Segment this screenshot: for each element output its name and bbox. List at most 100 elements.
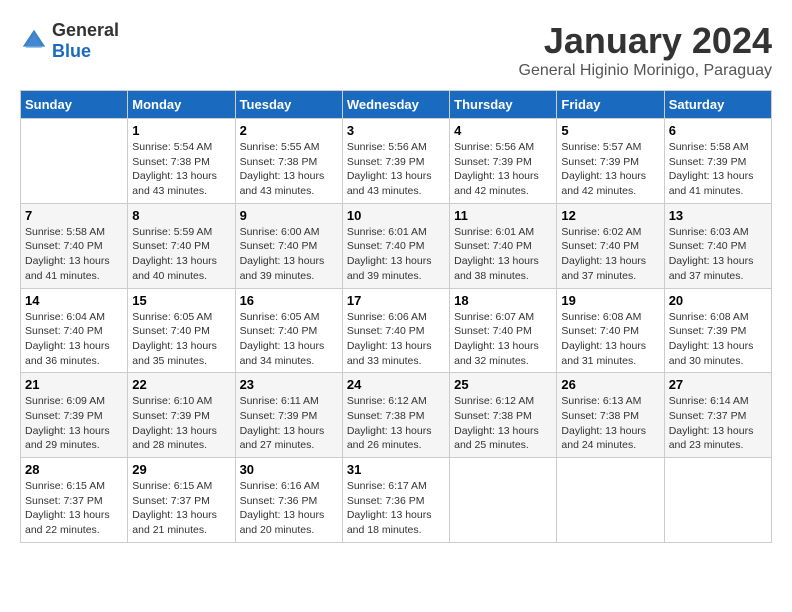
week-row-5: 28 Sunrise: 6:15 AMSunset: 7:37 PMDayligh…: [21, 458, 772, 543]
logo-blue: Blue: [52, 41, 91, 61]
calendar-cell: [21, 119, 128, 204]
day-number: 13: [669, 208, 767, 223]
day-info: Sunrise: 6:10 AMSunset: 7:39 PMDaylight:…: [132, 394, 230, 453]
logo-icon: [20, 27, 48, 55]
header-tuesday: Tuesday: [235, 91, 342, 119]
calendar-cell: 15 Sunrise: 6:05 AMSunset: 7:40 PMDayligh…: [128, 288, 235, 373]
day-number: 9: [240, 208, 338, 223]
day-info: Sunrise: 5:56 AMSunset: 7:39 PMDaylight:…: [454, 140, 552, 199]
day-info: Sunrise: 6:02 AMSunset: 7:40 PMDaylight:…: [561, 225, 659, 284]
week-row-2: 7 Sunrise: 5:58 AMSunset: 7:40 PMDaylight…: [21, 203, 772, 288]
day-number: 10: [347, 208, 445, 223]
logo: General Blue: [20, 20, 119, 62]
calendar-cell: [450, 458, 557, 543]
day-info: Sunrise: 6:16 AMSunset: 7:36 PMDaylight:…: [240, 479, 338, 538]
calendar-cell: 3 Sunrise: 5:56 AMSunset: 7:39 PMDaylight…: [342, 119, 449, 204]
main-title: January 2024: [519, 20, 772, 62]
day-number: 26: [561, 377, 659, 392]
calendar-cell: 8Sunrise: 5:59 AMSunset: 7:40 PMDaylight…: [128, 203, 235, 288]
day-number: 23: [240, 377, 338, 392]
calendar-cell: 16 Sunrise: 6:05 AMSunset: 7:40 PMDayligh…: [235, 288, 342, 373]
day-info: Sunrise: 6:04 AMSunset: 7:40 PMDaylight:…: [25, 310, 123, 369]
calendar-cell: 21 Sunrise: 6:09 AMSunset: 7:39 PMDayligh…: [21, 373, 128, 458]
day-info: Sunrise: 6:15 AMSunset: 7:37 PMDaylight:…: [25, 479, 123, 538]
calendar-cell: 7 Sunrise: 5:58 AMSunset: 7:40 PMDaylight…: [21, 203, 128, 288]
day-number: 17: [347, 293, 445, 308]
day-info: Sunrise: 6:01 AMSunset: 7:40 PMDaylight:…: [454, 225, 552, 284]
day-number: 7: [25, 208, 123, 223]
day-info: Sunrise: 6:09 AMSunset: 7:39 PMDaylight:…: [25, 394, 123, 453]
calendar-cell: 20Sunrise: 6:08 AMSunset: 7:39 PMDayligh…: [664, 288, 771, 373]
calendar-cell: 27 Sunrise: 6:14 AMSunset: 7:37 PMDayligh…: [664, 373, 771, 458]
calendar-cell: [557, 458, 664, 543]
day-number: 4: [454, 123, 552, 138]
header-thursday: Thursday: [450, 91, 557, 119]
title-area: January 2024 General Higinio Morinigo, P…: [519, 20, 772, 80]
day-number: 21: [25, 377, 123, 392]
day-info: Sunrise: 6:08 AMSunset: 7:39 PMDaylight:…: [669, 310, 767, 369]
day-info: Sunrise: 6:06 AMSunset: 7:40 PMDaylight:…: [347, 310, 445, 369]
day-info: Sunrise: 6:01 AMSunset: 7:40 PMDaylight:…: [347, 225, 445, 284]
calendar-cell: 10 Sunrise: 6:01 AMSunset: 7:40 PMDayligh…: [342, 203, 449, 288]
day-info: Sunrise: 6:08 AMSunset: 7:40 PMDaylight:…: [561, 310, 659, 369]
day-number: 6: [669, 123, 767, 138]
calendar-header-row: SundayMondayTuesdayWednesdayThursdayFrid…: [21, 91, 772, 119]
header-sunday: Sunday: [21, 91, 128, 119]
calendar-cell: 13 Sunrise: 6:03 AMSunset: 7:40 PMDayligh…: [664, 203, 771, 288]
calendar-cell: 9Sunrise: 6:00 AMSunset: 7:40 PMDaylight…: [235, 203, 342, 288]
day-info: Sunrise: 6:12 AMSunset: 7:38 PMDaylight:…: [347, 394, 445, 453]
day-number: 28: [25, 462, 123, 477]
day-number: 27: [669, 377, 767, 392]
calendar-cell: 2Sunrise: 5:55 AMSunset: 7:38 PMDaylight…: [235, 119, 342, 204]
calendar-cell: [664, 458, 771, 543]
day-info: Sunrise: 6:14 AMSunset: 7:37 PMDaylight:…: [669, 394, 767, 453]
day-info: Sunrise: 5:55 AMSunset: 7:38 PMDaylight:…: [240, 140, 338, 199]
day-info: Sunrise: 6:03 AMSunset: 7:40 PMDaylight:…: [669, 225, 767, 284]
calendar-cell: 23 Sunrise: 6:11 AMSunset: 7:39 PMDayligh…: [235, 373, 342, 458]
week-row-4: 21 Sunrise: 6:09 AMSunset: 7:39 PMDayligh…: [21, 373, 772, 458]
calendar-cell: 29 Sunrise: 6:15 AMSunset: 7:37 PMDayligh…: [128, 458, 235, 543]
calendar-cell: 11 Sunrise: 6:01 AMSunset: 7:40 PMDayligh…: [450, 203, 557, 288]
day-number: 14: [25, 293, 123, 308]
calendar-cell: 18Sunrise: 6:07 AMSunset: 7:40 PMDayligh…: [450, 288, 557, 373]
header-wednesday: Wednesday: [342, 91, 449, 119]
calendar-table: SundayMondayTuesdayWednesdayThursdayFrid…: [20, 90, 772, 543]
day-info: Sunrise: 6:05 AMSunset: 7:40 PMDaylight:…: [132, 310, 230, 369]
day-info: Sunrise: 5:56 AMSunset: 7:39 PMDaylight:…: [347, 140, 445, 199]
calendar-cell: 31 Sunrise: 6:17 AMSunset: 7:36 PMDayligh…: [342, 458, 449, 543]
day-info: Sunrise: 5:57 AMSunset: 7:39 PMDaylight:…: [561, 140, 659, 199]
logo-general: General: [52, 20, 119, 40]
day-number: 12: [561, 208, 659, 223]
day-number: 15: [132, 293, 230, 308]
calendar-cell: 26Sunrise: 6:13 AMSunset: 7:38 PMDayligh…: [557, 373, 664, 458]
day-number: 11: [454, 208, 552, 223]
day-info: Sunrise: 6:11 AMSunset: 7:39 PMDaylight:…: [240, 394, 338, 453]
day-number: 24: [347, 377, 445, 392]
day-number: 16: [240, 293, 338, 308]
calendar-cell: 28 Sunrise: 6:15 AMSunset: 7:37 PMDayligh…: [21, 458, 128, 543]
calendar-cell: 30 Sunrise: 6:16 AMSunset: 7:36 PMDayligh…: [235, 458, 342, 543]
day-info: Sunrise: 5:58 AMSunset: 7:40 PMDaylight:…: [25, 225, 123, 284]
calendar-cell: 25Sunrise: 6:12 AMSunset: 7:38 PMDayligh…: [450, 373, 557, 458]
day-number: 3: [347, 123, 445, 138]
calendar-cell: 5 Sunrise: 5:57 AMSunset: 7:39 PMDaylight…: [557, 119, 664, 204]
day-number: 5: [561, 123, 659, 138]
day-number: 30: [240, 462, 338, 477]
day-info: Sunrise: 6:15 AMSunset: 7:37 PMDaylight:…: [132, 479, 230, 538]
calendar-cell: 19Sunrise: 6:08 AMSunset: 7:40 PMDayligh…: [557, 288, 664, 373]
day-number: 31: [347, 462, 445, 477]
calendar-cell: 14 Sunrise: 6:04 AMSunset: 7:40 PMDayligh…: [21, 288, 128, 373]
logo-text: General Blue: [52, 20, 119, 62]
subtitle: General Higinio Morinigo, Paraguay: [519, 62, 772, 80]
day-info: Sunrise: 6:17 AMSunset: 7:36 PMDaylight:…: [347, 479, 445, 538]
day-number: 1: [132, 123, 230, 138]
calendar-cell: 22Sunrise: 6:10 AMSunset: 7:39 PMDayligh…: [128, 373, 235, 458]
calendar-cell: 17 Sunrise: 6:06 AMSunset: 7:40 PMDayligh…: [342, 288, 449, 373]
day-info: Sunrise: 6:07 AMSunset: 7:40 PMDaylight:…: [454, 310, 552, 369]
day-number: 29: [132, 462, 230, 477]
calendar-cell: 24 Sunrise: 6:12 AMSunset: 7:38 PMDayligh…: [342, 373, 449, 458]
header-friday: Friday: [557, 91, 664, 119]
day-info: Sunrise: 5:59 AMSunset: 7:40 PMDaylight:…: [132, 225, 230, 284]
day-info: Sunrise: 5:58 AMSunset: 7:39 PMDaylight:…: [669, 140, 767, 199]
day-info: Sunrise: 6:05 AMSunset: 7:40 PMDaylight:…: [240, 310, 338, 369]
